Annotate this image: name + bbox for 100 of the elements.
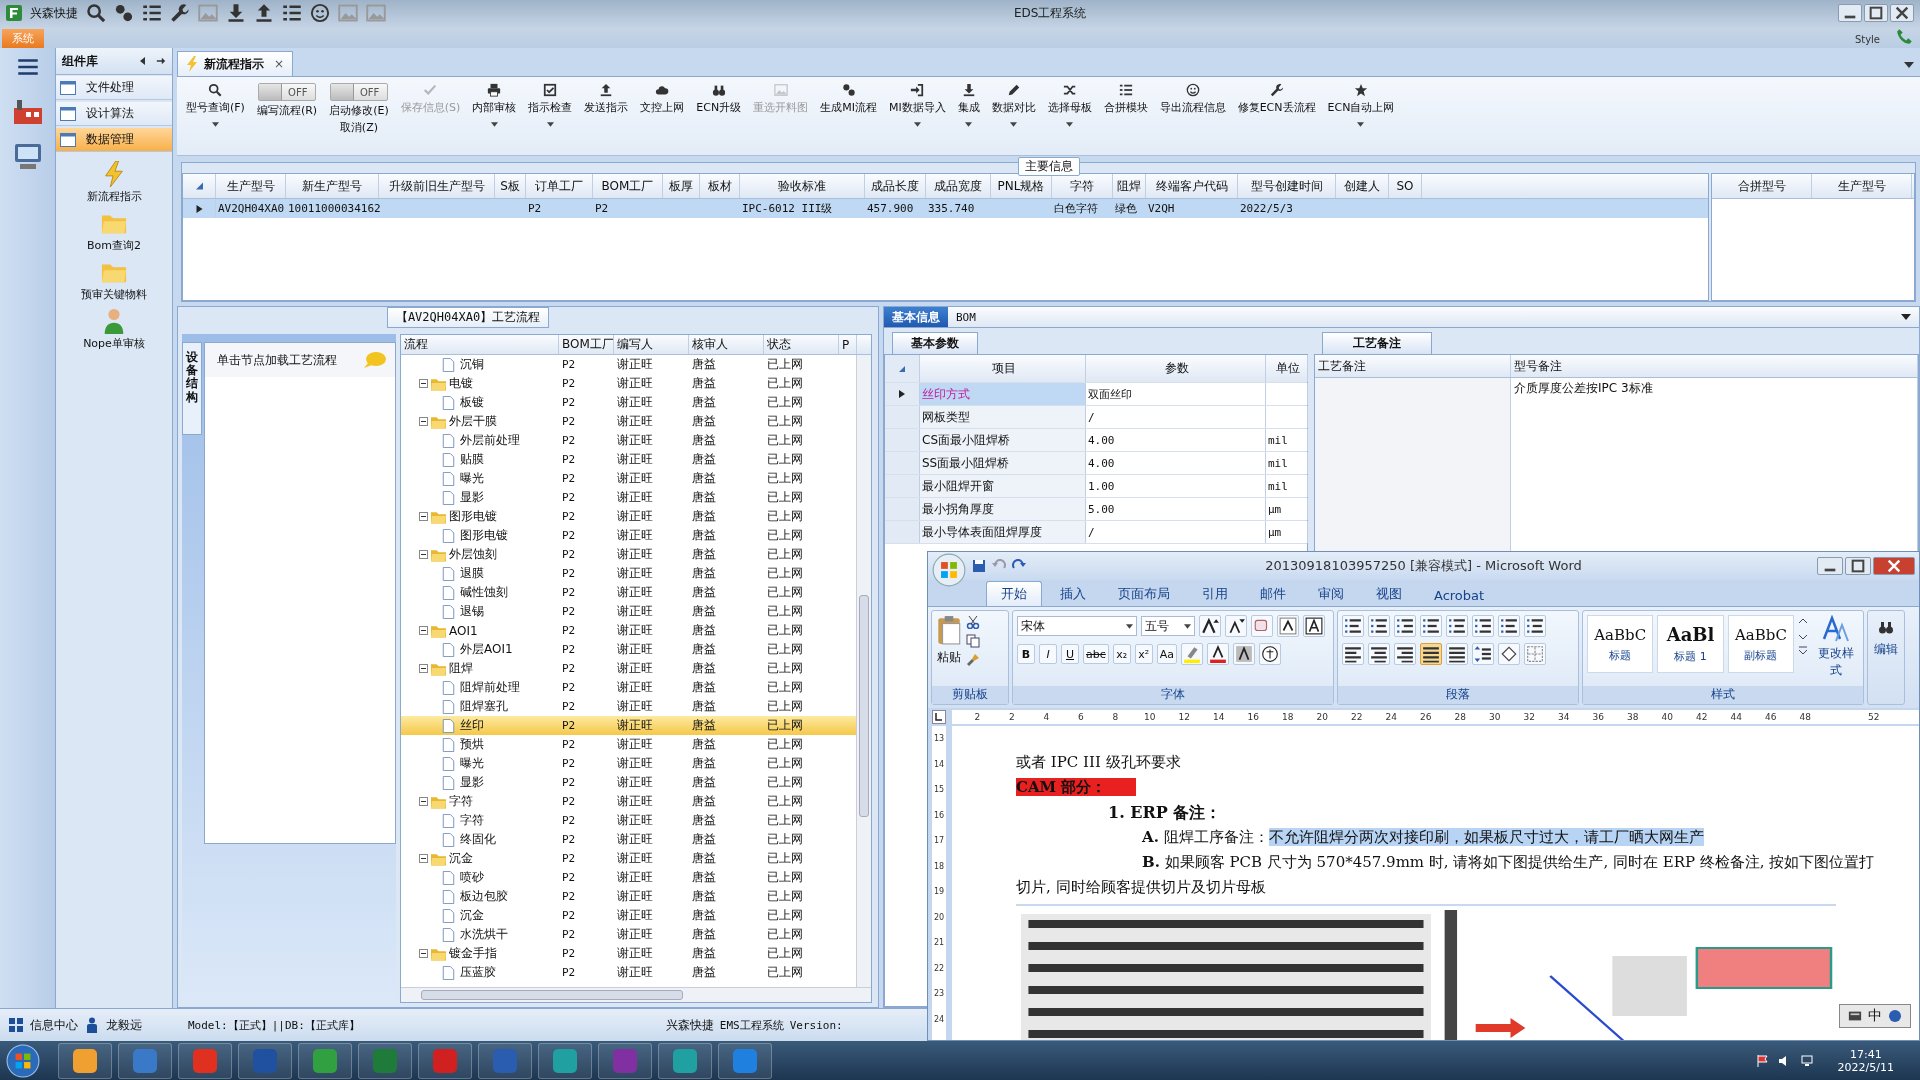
tree-row[interactable]: 阻焊塞孔 P2 谢正旺 唐益 已上网 xyxy=(401,697,856,716)
expander-icon[interactable] xyxy=(419,664,428,673)
column-header[interactable]: PNL规格 xyxy=(991,174,1052,198)
ribbon-tab[interactable]: 邮件 xyxy=(1246,582,1300,606)
bullet-list-icon[interactable] xyxy=(1342,615,1364,637)
tree-row[interactable]: 显影 P2 谢正旺 唐益 已上网 xyxy=(401,773,856,792)
status-text[interactable]: 信息中心 xyxy=(30,1016,78,1034)
column-header[interactable]: 创建人 xyxy=(1336,174,1389,198)
list-icon[interactable] xyxy=(282,3,302,23)
tree-row[interactable]: 退锡 P2 谢正旺 唐益 已上网 xyxy=(401,602,856,621)
tree-row[interactable]: 镀金手指 P2 谢正旺 唐益 已上网 xyxy=(401,944,856,963)
format-button[interactable]: B xyxy=(1017,644,1035,664)
tree-row[interactable]: 字符 P2 谢正旺 唐益 已上网 xyxy=(401,811,856,830)
tree-row[interactable]: 沉金 P2 谢正旺 唐益 已上网 xyxy=(401,906,856,925)
column-header[interactable]: 状态 xyxy=(764,335,839,354)
tree-row[interactable]: 阻焊前处理 P2 谢正旺 唐益 已上网 xyxy=(401,678,856,697)
table-row[interactable]: AV2QH04XA0 10011000034162 P2 P2 IPC-6012 III级 457.900 335.740 白色字符 绿色 V2QH 2022/5/3 xyxy=(183,199,1708,218)
column-header[interactable]: 工艺备注 xyxy=(1315,355,1511,377)
column-header[interactable]: 型号创建时间 xyxy=(1238,174,1336,198)
start-button-icon[interactable] xyxy=(6,1044,40,1078)
column-header[interactable]: 新生产型号 xyxy=(286,174,379,198)
column-header[interactable]: 字符 xyxy=(1052,174,1113,198)
column-header[interactable]: 型号备注 xyxy=(1511,355,1918,377)
expander-icon[interactable] xyxy=(419,797,428,806)
tree-row[interactable]: 水洗烘干 P2 谢正旺 唐益 已上网 xyxy=(401,925,856,944)
ribbon-tab[interactable]: 插入 xyxy=(1046,582,1100,606)
wrench-icon[interactable] xyxy=(170,3,190,23)
toolbar-button[interactable]: 发送指示 xyxy=(579,83,634,115)
table-row[interactable]: 网板类型 / xyxy=(885,406,1307,429)
tree-row[interactable]: 图形电镀 P2 谢正旺 唐益 已上网 xyxy=(401,526,856,545)
tree-row[interactable]: 喷砂 P2 谢正旺 唐益 已上网 xyxy=(401,868,856,887)
shading-icon[interactable] xyxy=(1233,643,1256,665)
column-header[interactable]: 生产型号 xyxy=(1812,174,1912,198)
expander-icon[interactable] xyxy=(419,854,428,863)
search-icon[interactable] xyxy=(86,3,106,23)
flag-icon[interactable] xyxy=(1755,1054,1770,1068)
character-border-icon[interactable] xyxy=(1303,615,1325,637)
font-color-icon[interactable] xyxy=(1207,643,1230,665)
vertical-tab[interactable]: 设备结构 xyxy=(182,342,202,435)
tab[interactable]: 基本信息 xyxy=(884,307,948,327)
minimize-icon[interactable] xyxy=(1817,557,1843,575)
toolbar-button[interactable]: 合拼模块 xyxy=(1098,83,1153,115)
align-left-icon[interactable] xyxy=(1342,643,1364,665)
format-button[interactable]: x₂ xyxy=(1112,644,1131,664)
toolbar-button[interactable]: MI数据导入 xyxy=(883,83,951,127)
paste-button[interactable]: 粘贴 xyxy=(936,615,962,666)
expander-icon[interactable] xyxy=(419,417,428,426)
column-header[interactable]: 订单工厂 xyxy=(526,174,593,198)
toolbar-button[interactable]: 数据对比 xyxy=(986,83,1041,127)
toggle-switch[interactable]: OFF xyxy=(329,83,388,101)
tree-row[interactable]: 退膜 P2 谢正旺 唐益 已上网 xyxy=(401,564,856,583)
style-preset[interactable]: AaBl 标题 1 xyxy=(1657,615,1724,673)
align-right-icon[interactable] xyxy=(1394,643,1416,665)
ribbon-tab[interactable]: 开始 xyxy=(986,581,1042,606)
close-tab-button[interactable]: × xyxy=(274,57,285,71)
expander-icon[interactable] xyxy=(419,550,428,559)
tree-row[interactable]: 字符 P2 谢正旺 唐益 已上网 xyxy=(401,792,856,811)
table-row[interactable]: 丝印方式 双面丝印 xyxy=(885,383,1307,406)
scrollbar[interactable] xyxy=(856,355,871,987)
close-icon[interactable] xyxy=(1873,557,1915,575)
tree-row[interactable]: 沉金 P2 谢正旺 唐益 已上网 xyxy=(401,849,856,868)
tree-row[interactable]: 沉铜 P2 谢正旺 唐益 已上网 xyxy=(401,355,856,374)
sidebar-item[interactable]: 数据管理 xyxy=(56,128,172,152)
toolbar-button[interactable]: 选择母板 xyxy=(1042,83,1097,127)
ribbon-tab[interactable]: Acrobat xyxy=(1420,585,1499,606)
column-header[interactable]: 成品宽度 xyxy=(926,174,991,198)
column-header[interactable]: 合拼型号 xyxy=(1712,174,1812,198)
column-header[interactable]: 编写人 xyxy=(614,335,689,354)
justify-icon[interactable] xyxy=(1420,643,1442,665)
tree-row[interactable]: 电镀 P2 谢正旺 唐益 已上网 xyxy=(401,374,856,393)
toolbar-button[interactable]: 型号查询(F) xyxy=(181,83,250,127)
document-tab[interactable]: 新流程指示 × xyxy=(177,51,294,76)
tree-row[interactable]: 板边包胶 P2 谢正旺 唐益 已上网 xyxy=(401,887,856,906)
toolbar-button[interactable]: 生成MI流程 xyxy=(815,83,882,115)
sidebar-item[interactable]: 设计算法 xyxy=(56,102,172,126)
column-header[interactable]: 终端客户代码 xyxy=(1146,174,1238,198)
column-header[interactable]: 生产型号 xyxy=(216,174,286,198)
column-header[interactable]: 流程 xyxy=(401,335,559,354)
clock-date[interactable]: 2022/5/11 xyxy=(1837,1061,1894,1074)
ribbon-tab[interactable]: 视图 xyxy=(1362,582,1416,606)
expander-icon[interactable] xyxy=(419,512,428,521)
expander-icon[interactable] xyxy=(419,949,428,958)
phone-icon[interactable] xyxy=(1896,28,1914,46)
caret-icon[interactable] xyxy=(1901,314,1911,320)
tree-row[interactable]: 终固化 P2 谢正旺 唐益 已上网 xyxy=(401,830,856,849)
collapse-icon[interactable] xyxy=(138,56,148,66)
column-header[interactable]: 阻焊 xyxy=(1113,174,1146,198)
smiley-icon[interactable] xyxy=(310,3,330,23)
column-header[interactable]: BOM工厂 xyxy=(559,335,614,354)
toolbar-button[interactable]: 文控上网 xyxy=(635,83,690,115)
column-header[interactable]: 核审人 xyxy=(689,335,764,354)
caret-icon[interactable] xyxy=(1904,62,1914,68)
brush-icon[interactable] xyxy=(966,653,980,667)
ribbon-tab[interactable]: 引用 xyxy=(1188,582,1242,606)
table-row[interactable]: SS面最小阻焊桥 4.00 mil xyxy=(885,452,1307,475)
column-header[interactable]: 验收标准 xyxy=(740,174,865,198)
expander-icon[interactable] xyxy=(419,379,428,388)
copy-icon[interactable] xyxy=(966,634,980,648)
tree-row[interactable]: AOI1 P2 谢正旺 唐益 已上网 xyxy=(401,621,856,640)
toolbar-button[interactable]: 取消(Z) xyxy=(339,120,378,135)
